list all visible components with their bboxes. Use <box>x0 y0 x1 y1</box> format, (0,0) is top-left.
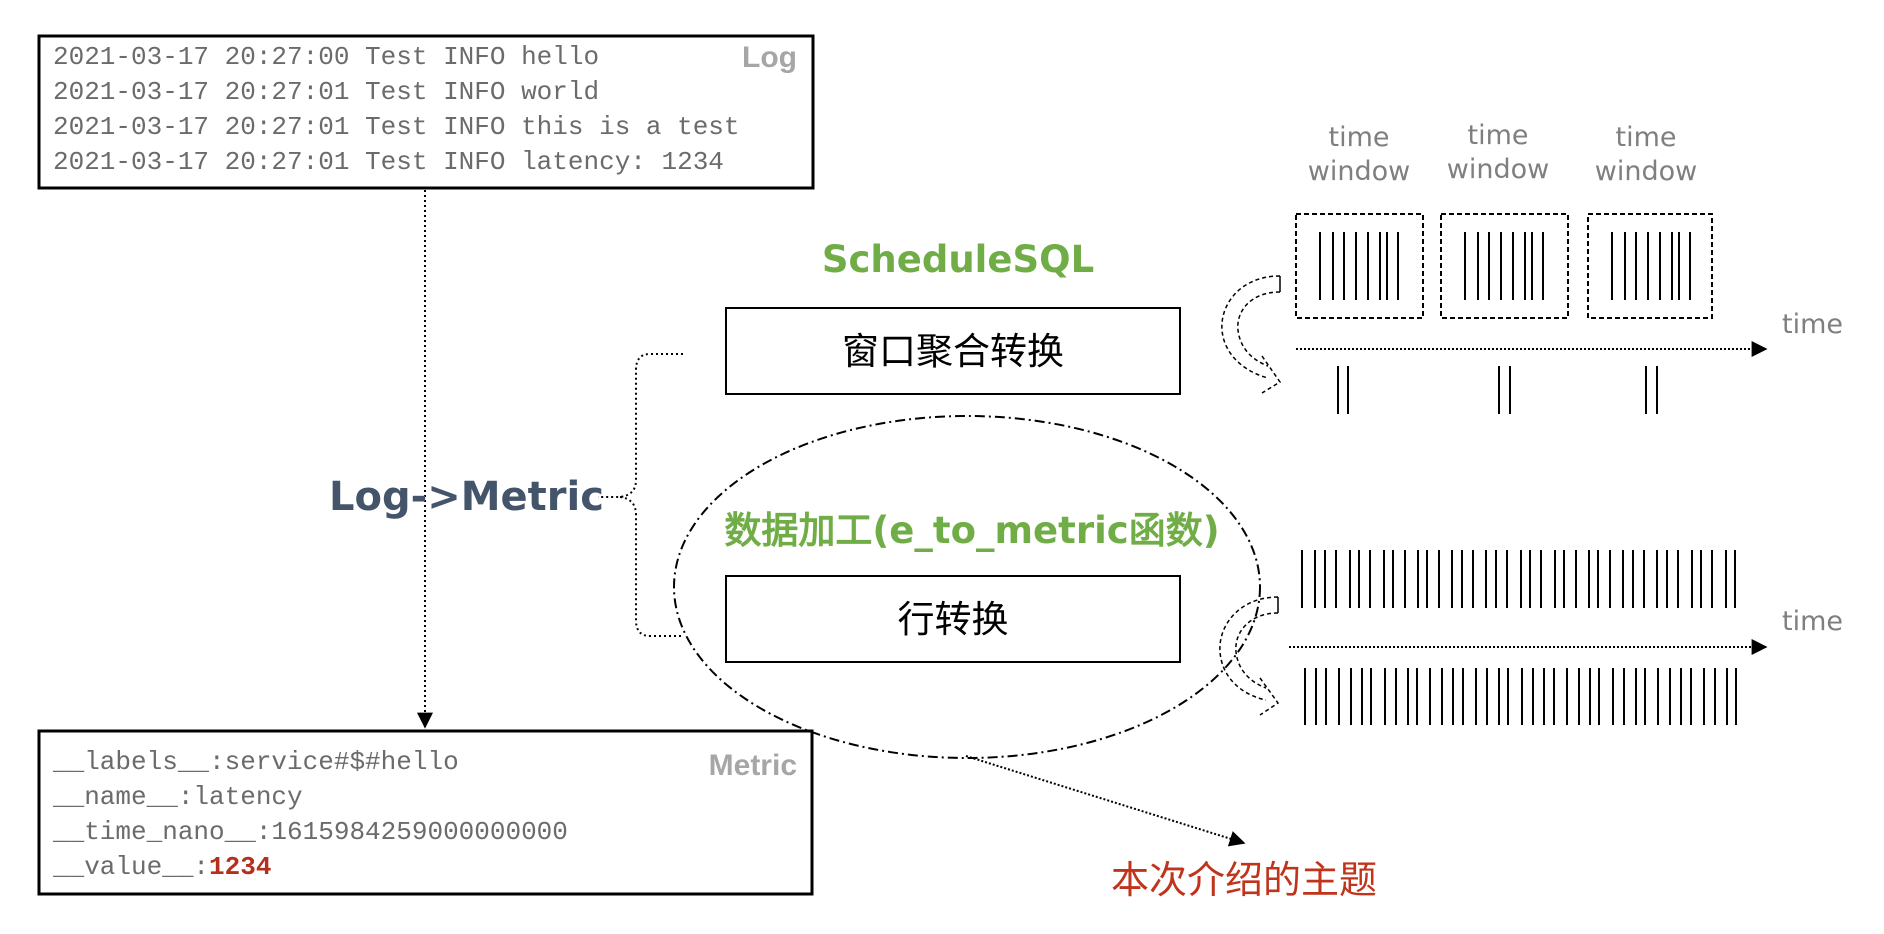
time-window-box <box>1587 213 1713 319</box>
log-metric-label: Log->Metric <box>329 474 604 520</box>
metric-value-key: __value__: <box>52 852 209 882</box>
window-label: window <box>1447 154 1549 185</box>
metric-line: __labels__:service#$#hello <box>52 747 459 777</box>
window-label: time <box>1467 120 1528 151</box>
window-aggregation-label: 窗口聚合转换 <box>842 330 1064 373</box>
window-label: window <box>1308 156 1410 187</box>
data-processing-title: 数据加工(e_to_metric函数) <box>724 509 1219 552</box>
axis-label: time <box>1782 606 1843 637</box>
curved-arrow-icon <box>1219 596 1280 716</box>
top-timeline: time window time window time window time <box>1221 120 1843 414</box>
log-line: 2021-03-17 20:27:00 Test INFO hello <box>53 42 599 72</box>
topic-note: 本次介绍的主题 <box>1111 858 1377 902</box>
window-label: time <box>1328 122 1389 153</box>
log-box: 2021-03-17 20:27:00 Test INFO hello 2021… <box>37 34 815 190</box>
diagram: 2021-03-17 20:27:00 Test INFO hello 2021… <box>37 34 1843 902</box>
window-label: time <box>1615 122 1676 153</box>
log-line: 2021-03-17 20:27:01 Test INFO world <box>53 77 599 107</box>
log-tag: Log <box>742 41 797 74</box>
schedulesql-title: ScheduleSQL <box>822 238 1094 281</box>
svg-text:__value__:1234: __value__:1234 <box>52 852 271 882</box>
metric-line: __name__:latency <box>52 782 303 812</box>
diagram-canvas: 2021-03-17 20:27:00 Test INFO hello 2021… <box>0 0 1884 934</box>
bottom-timeline: time <box>1219 550 1843 725</box>
metric-line: __time_nano__:1615984259000000000 <box>52 817 568 847</box>
metric-box: __labels__:service#$#hello __name__:late… <box>37 729 814 896</box>
row-conversion-label: 行转换 <box>898 598 1009 641</box>
log-line: 2021-03-17 20:27:01 Test INFO this is a … <box>53 112 740 142</box>
time-window-box <box>1440 213 1569 319</box>
window-label: window <box>1595 156 1697 187</box>
metric-value: 1234 <box>209 852 271 882</box>
curved-arrow-icon <box>1221 275 1282 394</box>
brace <box>598 353 683 637</box>
time-window-box <box>1295 213 1424 319</box>
metric-tag: Metric <box>709 749 797 782</box>
log-line: 2021-03-17 20:27:01 Test INFO latency: 1… <box>53 147 724 177</box>
axis-label: time <box>1782 309 1843 340</box>
topic-arrow <box>965 755 1246 847</box>
